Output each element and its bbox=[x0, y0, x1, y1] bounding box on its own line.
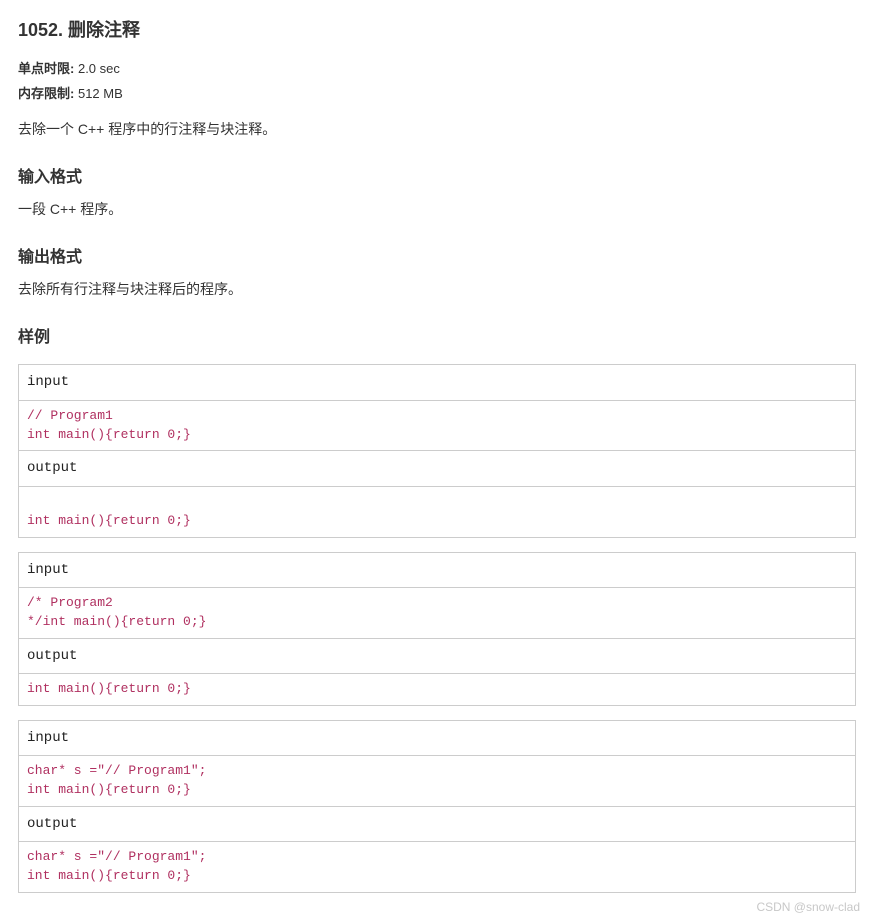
output-label: output bbox=[19, 639, 855, 674]
example-output-code: char* s ="// Program1"; int main(){retur… bbox=[19, 842, 855, 892]
time-limit-line: 单点时限: 2.0 sec bbox=[18, 59, 856, 80]
example-input-code: // Program1 int main(){return 0;} bbox=[19, 401, 855, 452]
watermark: CSDN @snow-clad bbox=[756, 898, 860, 917]
input-label: input bbox=[19, 365, 855, 400]
output-format-heading: 输出格式 bbox=[18, 245, 856, 271]
examples-heading: 样例 bbox=[18, 325, 856, 351]
input-format-body: 一段 C++ 程序。 bbox=[18, 198, 856, 220]
time-limit-label: 单点时限: bbox=[18, 61, 74, 76]
input-format-heading: 输入格式 bbox=[18, 165, 856, 191]
memory-limit-line: 内存限制: 512 MB bbox=[18, 84, 856, 105]
example-block: input char* s ="// Program1"; int main()… bbox=[18, 720, 856, 893]
example-input-code: char* s ="// Program1"; int main(){retur… bbox=[19, 756, 855, 807]
input-label: input bbox=[19, 721, 855, 756]
example-block: input // Program1 int main(){return 0;} … bbox=[18, 364, 856, 537]
output-label: output bbox=[19, 451, 855, 486]
example-output-code: int main(){return 0;} bbox=[19, 674, 855, 705]
example-output-code: int main(){return 0;} bbox=[19, 487, 855, 537]
example-input-code: /* Program2 */int main(){return 0;} bbox=[19, 588, 855, 639]
output-format-body: 去除所有行注释与块注释后的程序。 bbox=[18, 278, 856, 300]
memory-limit-label: 内存限制: bbox=[18, 86, 74, 101]
problem-description: 去除一个 C++ 程序中的行注释与块注释。 bbox=[18, 118, 856, 140]
time-limit-value: 2.0 sec bbox=[78, 61, 120, 76]
example-block: input /* Program2 */int main(){return 0;… bbox=[18, 552, 856, 706]
output-label: output bbox=[19, 807, 855, 842]
memory-limit-value: 512 MB bbox=[78, 86, 123, 101]
problem-title: 1052. 删除注释 bbox=[18, 16, 856, 45]
input-label: input bbox=[19, 553, 855, 588]
